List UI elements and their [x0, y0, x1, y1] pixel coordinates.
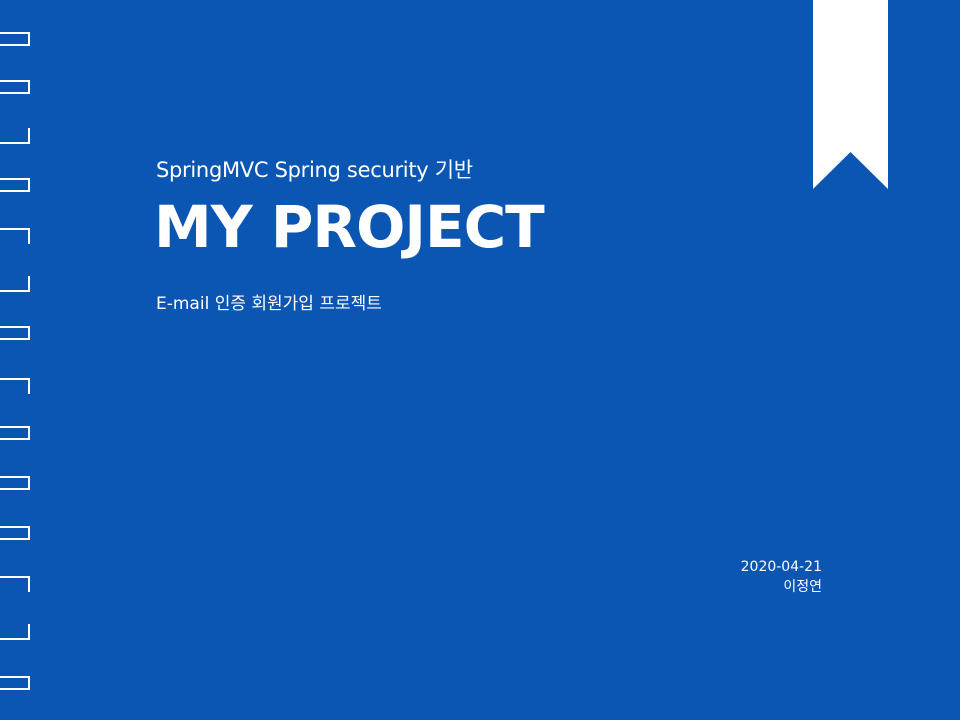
binding-ring-icon — [0, 526, 30, 540]
binding-ring-icon — [0, 378, 30, 394]
binding-ring-icon — [0, 326, 30, 340]
binding-ring-icon — [0, 624, 30, 640]
binding-ring-icon — [0, 676, 30, 690]
binding-ring-icon — [0, 128, 30, 144]
title-slide: SpringMVC Spring security 기반 MY PROJECT … — [0, 0, 960, 720]
binding-ring-icon — [0, 476, 30, 490]
notebook-binding-icon — [0, 0, 40, 720]
slide-date: 2020-04-21 — [740, 559, 822, 575]
binding-ring-icon — [0, 32, 30, 46]
bookmark-ribbon-icon — [813, 0, 888, 189]
binding-ring-icon — [0, 276, 30, 292]
slide-description: E-mail 인증 회원가입 프로젝트 — [156, 294, 382, 314]
binding-ring-icon — [0, 80, 30, 94]
slide-title: MY PROJECT — [154, 193, 545, 261]
binding-ring-icon — [0, 228, 30, 244]
slide-author: 이정연 — [783, 579, 822, 595]
binding-ring-icon — [0, 426, 30, 440]
slide-meta: 2020-04-21 이정연 — [741, 557, 822, 597]
binding-ring-icon — [0, 576, 30, 592]
slide-subtitle: SpringMVC Spring security 기반 — [156, 158, 473, 182]
binding-ring-icon — [0, 178, 30, 192]
